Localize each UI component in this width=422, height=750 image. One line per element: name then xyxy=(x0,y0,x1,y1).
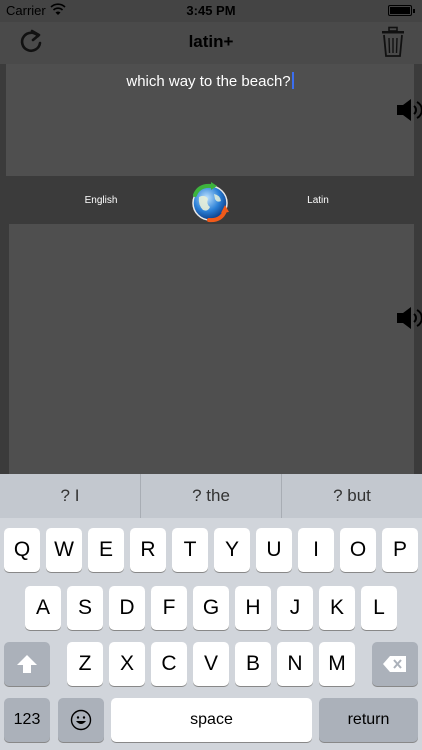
key-x[interactable]: X xyxy=(109,642,145,686)
key-r[interactable]: R xyxy=(130,528,166,572)
speaker-icon[interactable] xyxy=(396,97,422,123)
keyboard: ? I ? the ? but Q W E R T Y U I O P A S … xyxy=(0,474,422,750)
suggestion-item[interactable]: ? the xyxy=(140,474,281,518)
key-l[interactable]: L xyxy=(361,586,397,630)
suggestion-item[interactable]: ? I xyxy=(0,474,140,518)
emoji-key[interactable] xyxy=(58,698,104,742)
source-language-button[interactable]: English xyxy=(70,195,132,206)
key-k[interactable]: K xyxy=(319,586,355,630)
nav-bar: latin+ xyxy=(0,22,422,64)
status-time: 3:45 PM xyxy=(186,3,236,18)
source-text-area[interactable]: which way to the beach? xyxy=(6,64,414,176)
key-t[interactable]: T xyxy=(172,528,208,572)
key-h[interactable]: H xyxy=(235,586,271,630)
suggestion-bar: ? I ? the ? but xyxy=(0,474,422,518)
key-z[interactable]: Z xyxy=(67,642,103,686)
page-title: latin+ xyxy=(188,32,234,51)
key-j[interactable]: J xyxy=(277,586,313,630)
return-key[interactable]: return xyxy=(319,698,418,742)
key-f[interactable]: F xyxy=(151,586,187,630)
key-m[interactable]: M xyxy=(319,642,355,686)
key-u[interactable]: U xyxy=(256,528,292,572)
key-c[interactable]: C xyxy=(151,642,187,686)
text-caret xyxy=(291,72,294,89)
key-y[interactable]: Y xyxy=(214,528,250,572)
key-o[interactable]: O xyxy=(340,528,376,572)
key-n[interactable]: N xyxy=(277,642,313,686)
source-text-line: which way to the beach? xyxy=(6,72,414,90)
key-g[interactable]: G xyxy=(193,586,229,630)
key-v[interactable]: V xyxy=(193,642,229,686)
space-key[interactable]: space xyxy=(111,698,312,742)
backspace-icon xyxy=(383,656,406,672)
key-b[interactable]: B xyxy=(235,642,271,686)
speaker-icon[interactable] xyxy=(396,305,422,331)
suggestion-item[interactable]: ? but xyxy=(281,474,422,518)
key-i[interactable]: I xyxy=(298,528,334,572)
status-bar: Carrier 3:45 PM xyxy=(0,0,422,22)
shift-key[interactable] xyxy=(4,642,50,686)
translation-output-area xyxy=(9,224,414,474)
target-language-button[interactable]: Latin xyxy=(288,195,348,206)
key-q[interactable]: Q xyxy=(4,528,40,572)
key-a[interactable]: A xyxy=(25,586,61,630)
key-s[interactable]: S xyxy=(67,586,103,630)
backspace-key[interactable] xyxy=(372,642,418,686)
source-text: which way to the beach? xyxy=(126,73,291,90)
key-e[interactable]: E xyxy=(88,528,124,572)
trash-icon[interactable] xyxy=(380,26,406,58)
battery-icon xyxy=(388,5,415,16)
numbers-key[interactable]: 123 xyxy=(4,698,50,742)
emoji-icon xyxy=(70,709,92,731)
key-w[interactable]: W xyxy=(46,528,82,572)
key-d[interactable]: D xyxy=(109,586,145,630)
language-selector-row: English Latin xyxy=(0,176,422,224)
shift-arrow-icon xyxy=(17,655,37,673)
key-p[interactable]: P xyxy=(382,528,418,572)
swap-languages-globe-icon[interactable] xyxy=(189,181,231,223)
